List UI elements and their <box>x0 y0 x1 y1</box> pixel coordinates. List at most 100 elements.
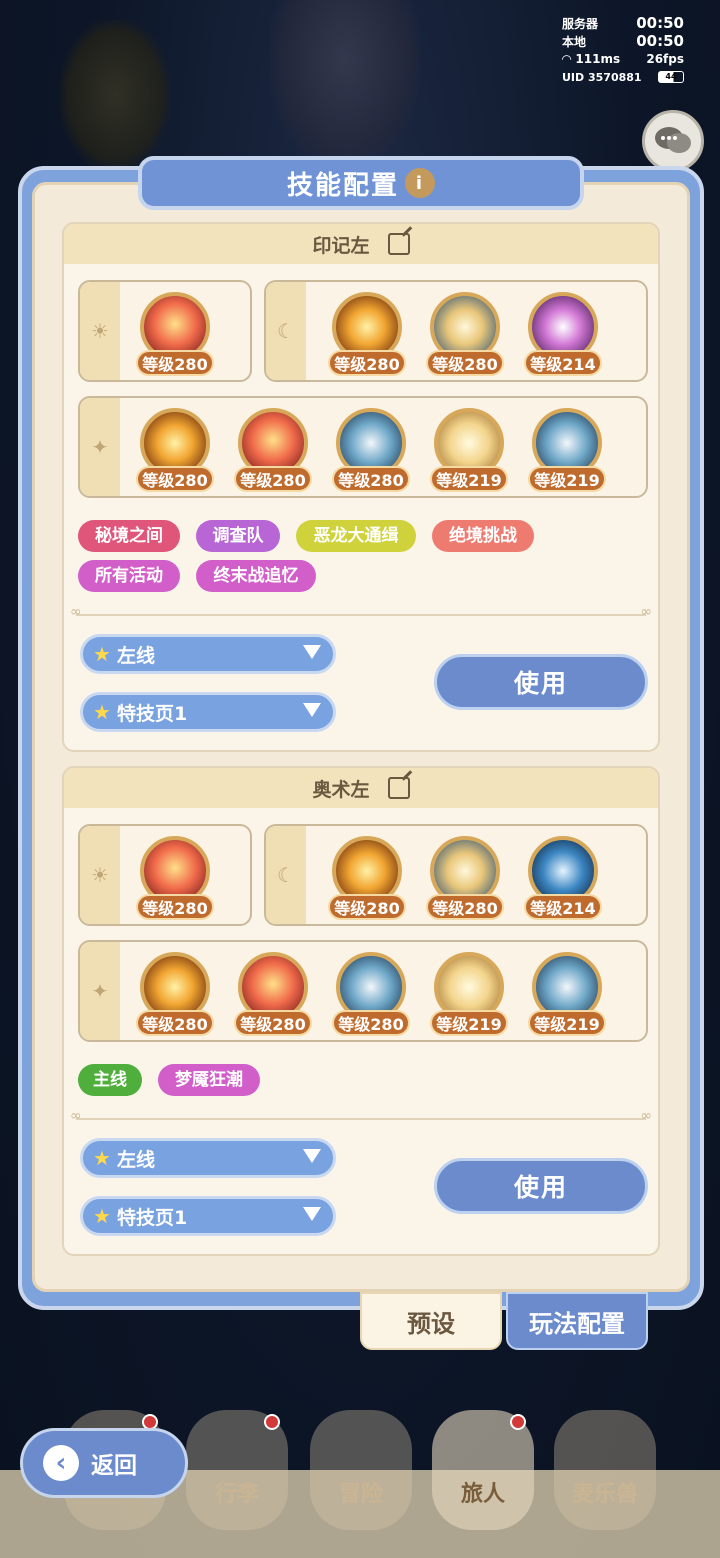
nav-label: 麦乐兽 <box>571 1482 638 1507</box>
nav-item-traveler[interactable]: 旅人 <box>432 1410 534 1530</box>
skill-slot[interactable]: 等级219 <box>528 952 606 1038</box>
skill-level: 等级214 <box>524 894 602 920</box>
back-button[interactable]: ‹ 返回 <box>20 1428 188 1498</box>
star-icon: ★ <box>93 642 111 666</box>
skill-level: 等级219 <box>528 1010 606 1036</box>
sun-slot-group: ☀ 等级280 <box>78 280 252 382</box>
config-card-header: 印记左 <box>64 224 658 264</box>
fps: 26fps <box>646 52 684 66</box>
mode-tag: 秘境之间 <box>78 520 180 552</box>
skill-slot[interactable]: 等级214 <box>524 836 602 922</box>
skill-slot[interactable]: 等级280 <box>332 408 410 494</box>
dropdown-arrow-icon <box>303 645 321 659</box>
skill-slot[interactable]: 等级280 <box>136 836 214 922</box>
route-dropdown[interactable]: ★ 左线 <box>80 634 336 674</box>
nav-label: 冒险 <box>338 1482 383 1507</box>
notification-dot <box>264 1414 280 1430</box>
back-arrow-icon: ‹ <box>43 1445 79 1481</box>
ping: ◠ 111ms <box>562 52 621 66</box>
mode-tag: 终末战追忆 <box>196 560 316 592</box>
skill-slot[interactable]: 等级280 <box>136 292 214 378</box>
divider <box>70 604 652 620</box>
panel-title: 技能配置 i <box>138 156 584 210</box>
skill-level: 等级280 <box>136 466 214 492</box>
skill-slot[interactable]: 等级280 <box>426 292 504 378</box>
skill-slot[interactable]: 等级219 <box>430 408 508 494</box>
tab-preset[interactable]: 预设 <box>360 1292 502 1350</box>
star-icon: ✦ <box>80 398 120 496</box>
edit-icon[interactable] <box>387 233 410 255</box>
mode-tag: 绝境挑战 <box>432 520 534 552</box>
star-slot-group: ✦ 等级280 等级280 等级280 等级219 等级219 <box>78 396 648 498</box>
skill-level: 等级280 <box>234 1010 312 1036</box>
star-icon: ✦ <box>80 942 120 1040</box>
mode-tag: 梦魇狂潮 <box>158 1064 260 1096</box>
notification-dot <box>510 1414 526 1430</box>
page-value: 特技页1 <box>116 702 188 725</box>
page-value: 特技页1 <box>116 1206 188 1229</box>
moon-icon: ☾ <box>266 282 306 380</box>
skill-level: 等级280 <box>328 350 406 376</box>
moon-icon: ☾ <box>266 826 306 924</box>
skill-level: 等级280 <box>136 350 214 376</box>
edit-icon[interactable] <box>387 777 410 799</box>
skill-level: 等级280 <box>136 894 214 920</box>
battery-icon: 44 <box>658 71 684 83</box>
skill-level: 等级280 <box>426 350 504 376</box>
skill-slot[interactable]: 等级280 <box>234 952 312 1038</box>
config-card: 印记左 ☀ 等级280 ☾ 等级280 等级280 等级214 ✦ 等级280 … <box>62 222 660 752</box>
server-time: 00:50 <box>636 14 684 32</box>
back-label: 返回 <box>91 1453 137 1479</box>
chat-bubble-icon <box>655 127 691 153</box>
use-button[interactable]: 使用 <box>434 654 648 710</box>
skill-level: 等级214 <box>524 350 602 376</box>
skill-slot[interactable]: 等级280 <box>328 836 406 922</box>
star-slot-group: ✦ 等级280 等级280 等级280 等级219 等级219 <box>78 940 648 1042</box>
skill-level: 等级280 <box>332 1010 410 1036</box>
dropdown-arrow-icon <box>303 703 321 717</box>
route-value: 左线 <box>116 644 155 667</box>
config-card-header: 奥术左 <box>64 768 658 808</box>
divider <box>70 1108 652 1124</box>
skill-level: 等级219 <box>430 1010 508 1036</box>
local-label: 本地 <box>562 34 587 49</box>
route-dropdown[interactable]: ★ 左线 <box>80 1138 336 1178</box>
skill-level: 等级280 <box>332 466 410 492</box>
tab-play-config[interactable]: 玩法配置 <box>506 1292 648 1350</box>
star-icon: ★ <box>93 700 111 724</box>
chat-button[interactable] <box>642 110 704 172</box>
wifi-icon: ◠ <box>562 52 576 66</box>
skill-slot[interactable]: 等级219 <box>430 952 508 1038</box>
skill-slot[interactable]: 等级280 <box>332 952 410 1038</box>
mode-tag: 主线 <box>78 1064 142 1096</box>
nav-item-bag[interactable]: 行李 <box>186 1410 288 1530</box>
moon-slot-group: ☾ 等级280 等级280 等级214 <box>264 824 648 926</box>
background-pet <box>60 20 170 170</box>
route-value: 左线 <box>116 1148 155 1171</box>
dropdown-arrow-icon <box>303 1149 321 1163</box>
skill-slot[interactable]: 等级219 <box>528 408 606 494</box>
server-label: 服务器 <box>562 16 599 31</box>
nav-item-pet[interactable]: 麦乐兽 <box>554 1410 656 1530</box>
skill-slot[interactable]: 等级280 <box>136 952 214 1038</box>
nav-item-adventure[interactable]: 冒险 <box>310 1410 412 1530</box>
page-dropdown[interactable]: ★ 特技页1 <box>80 1196 336 1236</box>
info-icon[interactable]: i <box>405 168 435 198</box>
skill-level: 等级280 <box>234 466 312 492</box>
background-character <box>270 0 420 170</box>
skill-slot[interactable]: 等级280 <box>328 292 406 378</box>
skill-slot[interactable]: 等级280 <box>426 836 504 922</box>
skill-level: 等级280 <box>426 894 504 920</box>
sun-icon: ☀ <box>80 282 120 380</box>
skill-slot[interactable]: 等级280 <box>234 408 312 494</box>
star-icon: ★ <box>93 1146 111 1170</box>
page-dropdown[interactable]: ★ 特技页1 <box>80 692 336 732</box>
nav-label: 行李 <box>214 1482 259 1507</box>
skill-slot[interactable]: 等级280 <box>136 408 214 494</box>
moon-slot-group: ☾ 等级280 等级280 等级214 <box>264 280 648 382</box>
use-button[interactable]: 使用 <box>434 1158 648 1214</box>
skill-slot[interactable]: 等级214 <box>524 292 602 378</box>
skill-level: 等级280 <box>328 894 406 920</box>
dropdown-arrow-icon <box>303 1207 321 1221</box>
star-icon: ★ <box>93 1204 111 1228</box>
